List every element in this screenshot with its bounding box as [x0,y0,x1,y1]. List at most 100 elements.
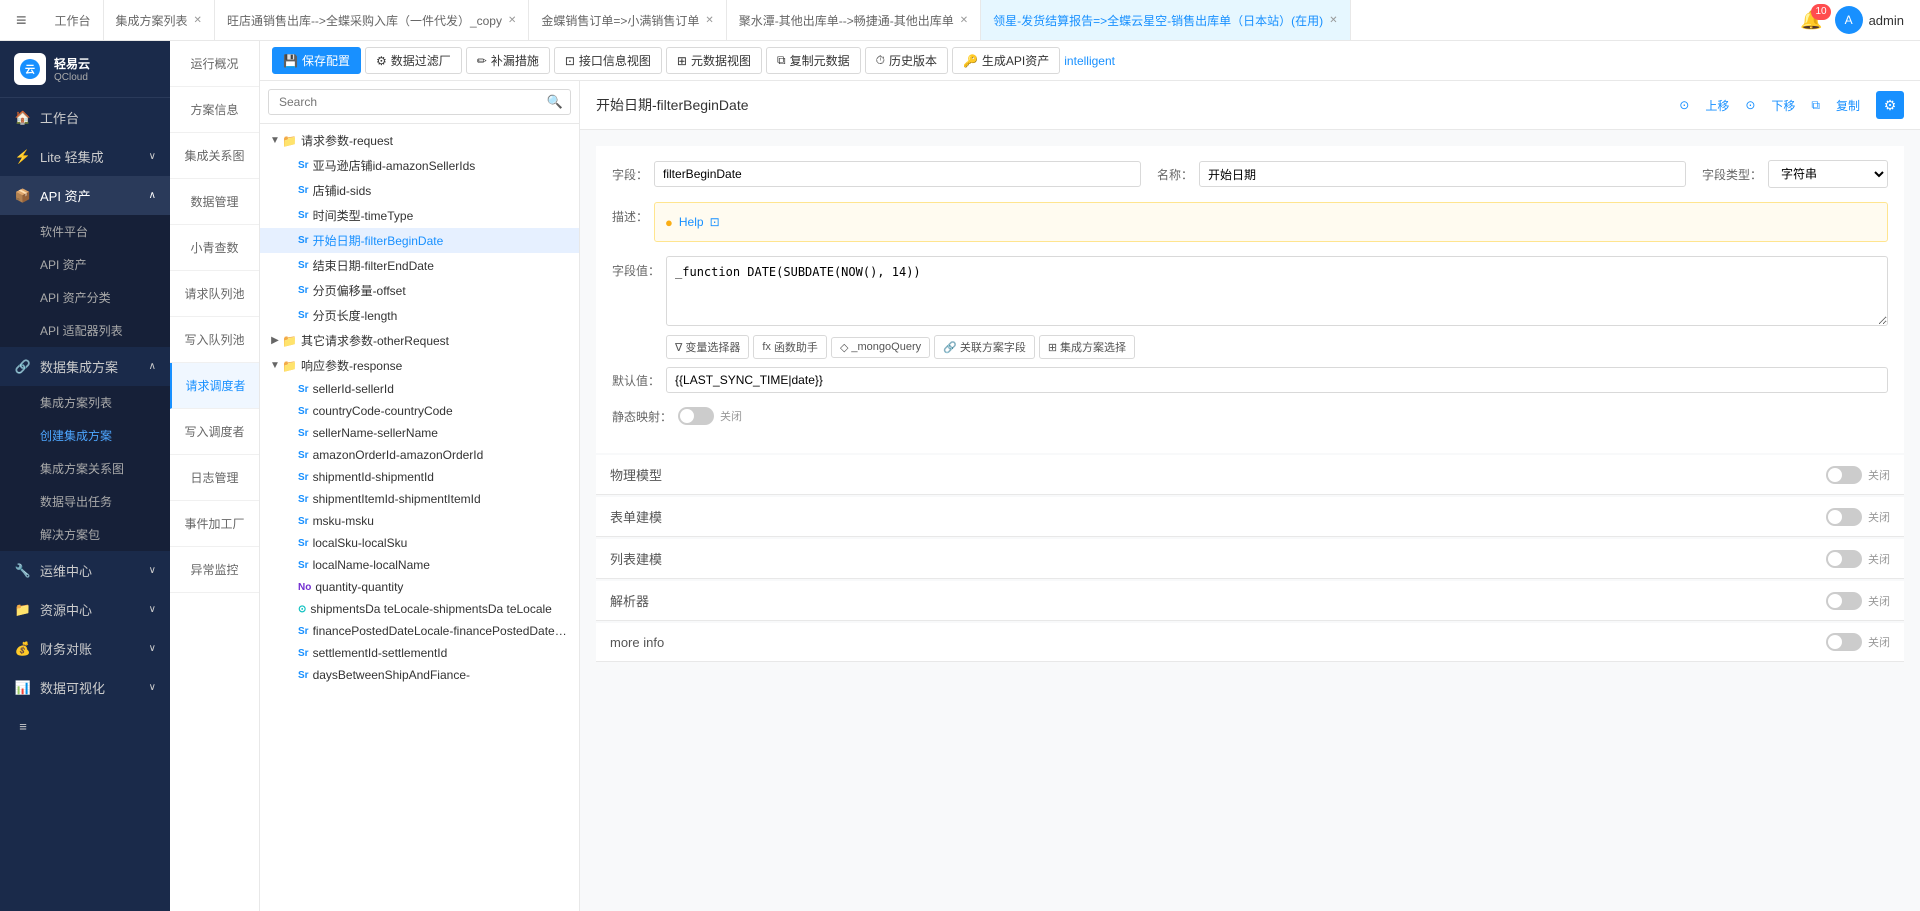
settings-icon[interactable]: ⚙ [1876,91,1904,119]
second-nav-item-data_mgmt[interactable]: 数据管理 [170,179,259,225]
sidebar-item-data-viz[interactable]: 📊数据可视化∨ [0,668,170,707]
remediation-button[interactable]: ✏ 补漏措施 [466,47,550,74]
field-input[interactable] [654,161,1141,187]
tree-node-local_sku[interactable]: Sr localSku-localSku [260,532,579,554]
sidebar-item-api_asset[interactable]: API 资产 [0,248,170,281]
tree-node-local_name[interactable]: Sr localName-localName [260,554,579,576]
tab-close-icon[interactable]: ✕ [705,15,713,26]
sidebar-item-finance[interactable]: 💰财务对账∨ [0,629,170,668]
tab-wangdian[interactable]: 旺店通销售出库-->全蝶采购入库（一件代发）_copy✕ [215,0,529,40]
tree-node-shipment_item_id[interactable]: Sr shipmentItemId-shipmentItemId [260,488,579,510]
tab-lingyu[interactable]: 领星-发货结算报告=>全蝶云星空-销售出库单（日本站）(在用)✕ [981,0,1350,40]
menu-icon[interactable]: ≡ [0,2,43,39]
tree-node-shipments_date_locale[interactable]: ⊙ shipmentsDa teLocale-shipmentsDa teLoc… [260,598,579,620]
sidebar-item-api[interactable]: 📦API 资产∧ [0,176,170,215]
sidebar-item-workbench[interactable]: 🏠工作台 [0,98,170,137]
func-btn-var_selector[interactable]: ∇变量选择器 [666,335,749,359]
tree-node-filter_end_date[interactable]: Sr 结束日期-filterEndDate [260,253,579,278]
tree-node-settlement_id[interactable]: Sr settlementId-settlementId [260,642,579,664]
tab-close-icon[interactable]: ✕ [194,15,202,26]
tree-node-amazon_order_id[interactable]: Sr amazonOrderId-amazonOrderId [260,444,579,466]
tab-jindie[interactable]: 金蝶销售订单=>小满销售订单✕ [529,0,726,40]
help-external-icon[interactable]: ⊡ [710,215,720,229]
tree-node-msku[interactable]: Sr msku-msku [260,510,579,532]
copy-meta-button[interactable]: ⧉ 复制元数据 [766,47,861,74]
sidebar-item-data_export[interactable]: 数据导出任务 [0,485,170,518]
tree-node-country_code[interactable]: Sr countryCode-countryCode [260,400,579,422]
gen-api-button[interactable]: 🔑 生成API资产 [952,47,1060,74]
tree-node-amazon_seller_ids[interactable]: Sr 亚马逊店铺id-amazonSellerIds [260,153,579,178]
history-button[interactable]: ⏱ 历史版本 [865,47,948,74]
tree-node-finance_posted_date[interactable]: Sr financePostedDateLocale-financePosted… [260,620,579,642]
second-nav-item-solution_info[interactable]: 方案信息 [170,87,259,133]
sidebar-item-api_adapter[interactable]: API 适配器列表 [0,314,170,347]
second-nav-item-write_queue[interactable]: 写入队列池 [170,317,259,363]
notification-bell[interactable]: 🔔 10 [1800,10,1822,31]
interface-view-button[interactable]: ⊡ 接口信息视图 [554,47,662,74]
tree-node-shipment_id[interactable]: Sr shipmentId-shipmentId [260,466,579,488]
sidebar-item-create_solution[interactable]: 创建集成方案 [0,419,170,452]
sidebar-item-api_classification[interactable]: API 资产分类 [0,281,170,314]
tree-node-request_params[interactable]: ▼ 📁 请求参数-request [260,128,579,153]
more-info-toggle[interactable] [1826,633,1862,651]
second-nav-item-exception_monitor[interactable]: 异常监控 [170,547,259,593]
sidebar-item-lite[interactable]: ⚡Lite 轻集成∨ [0,137,170,176]
meta-view-button[interactable]: ⊞ 元数据视图 [666,47,762,74]
tab-close-icon[interactable]: ✕ [960,15,968,26]
desc-box[interactable]: ● Help ⊡ [654,202,1888,242]
section-toggle-parser[interactable] [1826,592,1862,610]
down-button[interactable]: 下移 [1763,94,1803,117]
tab-solution_list[interactable]: 集成方案列表✕ [104,0,215,40]
second-nav-item-small_green[interactable]: 小青查数 [170,225,259,271]
tree-node-seller_id[interactable]: Sr sellerId-sellerId [260,378,579,400]
save-config-button[interactable]: 💾 保存配置 [272,47,361,74]
func-btn-related_field[interactable]: 🔗关联方案字段 [934,335,1035,359]
tree-node-shop_id_sids[interactable]: Sr 店铺id-sids [260,178,579,203]
section-toggle-table_build[interactable] [1826,508,1862,526]
tree-node-offset[interactable]: Sr 分页偏移量-offset [260,278,579,303]
expand-icon[interactable]: ▼ [268,135,282,146]
tab-close-icon[interactable]: ✕ [508,15,516,26]
second-nav-item-overview[interactable]: 运行概况 [170,41,259,87]
tree-node-filter_begin_date[interactable]: Sr 开始日期-filterBeginDate [260,228,579,253]
second-nav-item-event_factory[interactable]: 事件加工厂 [170,501,259,547]
tree-node-other_request[interactable]: ▶ 📁 其它请求参数-otherRequest [260,328,579,353]
second-nav-item-integration_graph[interactable]: 集成关系图 [170,133,259,179]
up-button[interactable]: 上移 [1697,94,1737,117]
func-btn-solution_select[interactable]: ⊞集成方案选择 [1039,335,1135,359]
sidebar-item-ops[interactable]: 🔧运维中心∨ [0,551,170,590]
tree-node-quantity[interactable]: No quantity-quantity [260,576,579,598]
tab-close-icon[interactable]: ✕ [1329,15,1337,26]
tree-node-days_between[interactable]: Sr daysBetweenShipAndFiance- [260,664,579,686]
tree-node-response_params[interactable]: ▼ 📁 响应参数-response [260,353,579,378]
second-nav-item-write_debugger[interactable]: 写入调度者 [170,409,259,455]
sidebar-item-resources[interactable]: 📁资源中心∨ [0,590,170,629]
tab-juhui[interactable]: 聚水潭-其他出库单-->畅捷通-其他出库单✕ [727,0,981,40]
search-input[interactable] [268,89,571,115]
type-select[interactable]: 字符串 [1768,160,1888,188]
static-toggle[interactable] [678,407,714,425]
func-btn-mongo_query[interactable]: ◇_mongoQuery [831,337,930,358]
sidebar-item-data-solution[interactable]: 🔗数据集成方案∧ [0,347,170,386]
sidebar-item-solution_package[interactable]: 解决方案包 [0,518,170,551]
second-nav-item-request_queue[interactable]: 请求队列池 [170,271,259,317]
user-menu[interactable]: A admin [1835,6,1904,34]
name-input[interactable] [1199,161,1686,187]
tree-node-length[interactable]: Sr 分页长度-length [260,303,579,328]
sidebar-item-software_platform[interactable]: 软件平台 [0,215,170,248]
tree-node-time_type[interactable]: Sr 时间类型-timeType [260,203,579,228]
default-input[interactable] [666,367,1888,393]
section-toggle-physical_model[interactable] [1826,466,1862,484]
tab-workbench[interactable]: 工作台 [43,0,104,40]
sidebar-item-solution_list[interactable]: 集成方案列表 [0,386,170,419]
help-link[interactable]: Help [679,215,704,229]
expand-icon[interactable]: ▶ [268,335,282,346]
copy-button[interactable]: 复制 [1828,94,1868,117]
expand-icon[interactable]: ▼ [268,360,282,371]
sidebar-item-more[interactable]: ≡ [0,707,170,745]
second-nav-item-request_debugger[interactable]: 请求调度者 [170,363,259,409]
section-toggle-list_build[interactable] [1826,550,1862,568]
fieldval-textarea[interactable]: _function DATE(SUBDATE(NOW(), 14)) [666,256,1888,326]
func-btn-func_helper[interactable]: fx函数助手 [753,335,827,359]
tree-node-seller_name[interactable]: Sr sellerName-sellerName [260,422,579,444]
